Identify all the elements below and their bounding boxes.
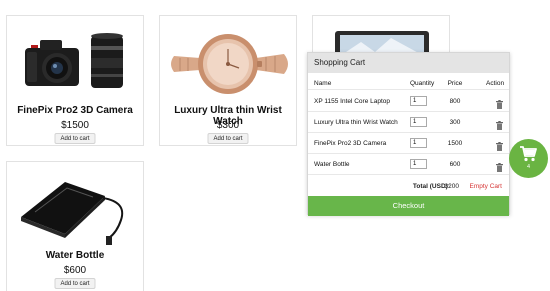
- watch-image: [160, 16, 296, 101]
- laptop-image: [313, 16, 449, 54]
- cart-item-row: XP 1155 Intel Core Laptop 1 800: [308, 91, 509, 112]
- column-header-quantity: Quantity: [410, 80, 435, 87]
- product-name: Water Bottle: [45, 250, 105, 261]
- cart-totals: Total (USD): 3200 Empty Cart: [308, 180, 509, 194]
- column-header-name: Name: [314, 80, 332, 87]
- product-card-camera: FinePix Pro2 3D Camera $1500 Add to cart: [6, 15, 144, 146]
- product-card-watch: Luxury Ultra thin Wrist Watch $300 Add t…: [159, 15, 297, 146]
- cart-title: Shopping Cart: [308, 53, 509, 73]
- cart-toggle-button[interactable]: 4: [509, 139, 548, 178]
- cart-item-price: 1500: [447, 140, 463, 147]
- cart-item-row: FinePix Pro2 3D Camera 1 1500: [308, 133, 509, 154]
- column-header-action: Action: [486, 80, 505, 87]
- hard-drive-image: [7, 162, 143, 247]
- checkout-button[interactable]: Checkout: [308, 196, 509, 216]
- shopping-cart-panel: Shopping Cart Name Quantity Price Action…: [307, 52, 510, 216]
- cart-item-name: Luxury Ultra thin Wrist Watch: [314, 119, 398, 126]
- quantity-input[interactable]: 1: [410, 96, 427, 106]
- camera-image: [7, 16, 143, 101]
- cart-item-price: 800: [449, 98, 461, 105]
- cart-item-row: Water Bottle 1 600: [308, 154, 509, 175]
- product-price: $300: [216, 120, 240, 131]
- empty-cart-link[interactable]: Empty Cart: [469, 180, 502, 194]
- product-name: FinePix Pro2 3D Camera: [17, 105, 133, 116]
- total-value: 3200: [444, 183, 459, 190]
- cart-count-badge: 4: [526, 164, 531, 170]
- product-price: $600: [63, 265, 87, 276]
- cart-table-header: Name Quantity Price Action: [308, 78, 509, 90]
- column-header-price: Price: [447, 80, 463, 87]
- quantity-input[interactable]: 1: [410, 159, 427, 169]
- cart-item-name: XP 1155 Intel Core Laptop: [314, 98, 391, 105]
- add-to-cart-button[interactable]: Add to cart: [54, 278, 96, 289]
- cart-item-name: FinePix Pro2 3D Camera: [314, 140, 387, 147]
- cart-item-price: 300: [449, 119, 461, 126]
- quantity-input[interactable]: 1: [410, 117, 427, 127]
- cart-item-price: 600: [449, 161, 461, 168]
- product-price: $1500: [61, 120, 89, 131]
- product-card-laptop: [312, 15, 450, 55]
- cart-item-name: Water Bottle: [314, 161, 350, 168]
- add-to-cart-button[interactable]: Add to cart: [54, 133, 96, 144]
- cart-item-row: Luxury Ultra thin Wrist Watch 1 300: [308, 112, 509, 133]
- add-to-cart-button[interactable]: Add to cart: [207, 133, 249, 144]
- quantity-input[interactable]: 1: [410, 138, 427, 148]
- product-card-water-bottle: Water Bottle $600 Add to cart: [6, 161, 144, 291]
- trash-icon[interactable]: [496, 160, 503, 181]
